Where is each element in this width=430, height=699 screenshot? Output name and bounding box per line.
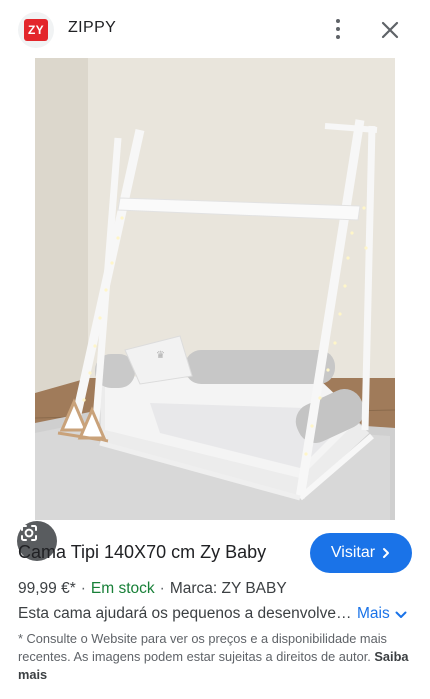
product-title[interactable]: Cama Tipi 140X70 cm Zy Baby: [18, 542, 266, 563]
product-meta: 99,99 €* · Em stock · Marca: ZY BABY: [18, 580, 287, 598]
separator: ·: [80, 580, 86, 597]
disclaimer: * Consulte o Website para ver os preços …: [18, 630, 410, 684]
close-icon: [381, 21, 399, 39]
more-options-button[interactable]: [326, 15, 350, 43]
product-description: Esta cama ajudará os pequenos a desenvol…: [18, 605, 354, 622]
more-button[interactable]: Mais: [357, 605, 407, 623]
more-vert-dot: [336, 35, 340, 39]
brand: Marca: ZY BABY: [169, 580, 287, 597]
svg-text:♛: ♛: [156, 350, 165, 361]
top-bar: ZY ZIPPY: [0, 0, 430, 58]
site-logo[interactable]: ZY: [18, 12, 54, 48]
zy-logo-icon: ZY: [24, 19, 48, 41]
close-button[interactable]: [376, 16, 404, 44]
more-label: Mais: [357, 605, 390, 622]
visit-button-label: Visitar: [330, 544, 376, 561]
chevron-down-icon: [395, 611, 407, 618]
price: 99,99 €*: [18, 580, 76, 597]
product-image[interactable]: ♛: [0, 58, 430, 561]
stock-status: Em stock: [90, 580, 155, 597]
more-vert-icon: [336, 19, 340, 23]
product-photo: ♛: [0, 58, 430, 520]
separator: ·: [159, 580, 165, 597]
site-name: ZIPPY: [68, 19, 117, 36]
visit-button[interactable]: Visitar: [310, 533, 412, 573]
description-row: Esta cama ajudará os pequenos a desenvol…: [18, 605, 418, 627]
disclaimer-text: * Consulte o Website para ver os preços …: [18, 631, 387, 664]
more-vert-dot: [336, 27, 340, 31]
chevron-right-icon: [383, 548, 390, 558]
